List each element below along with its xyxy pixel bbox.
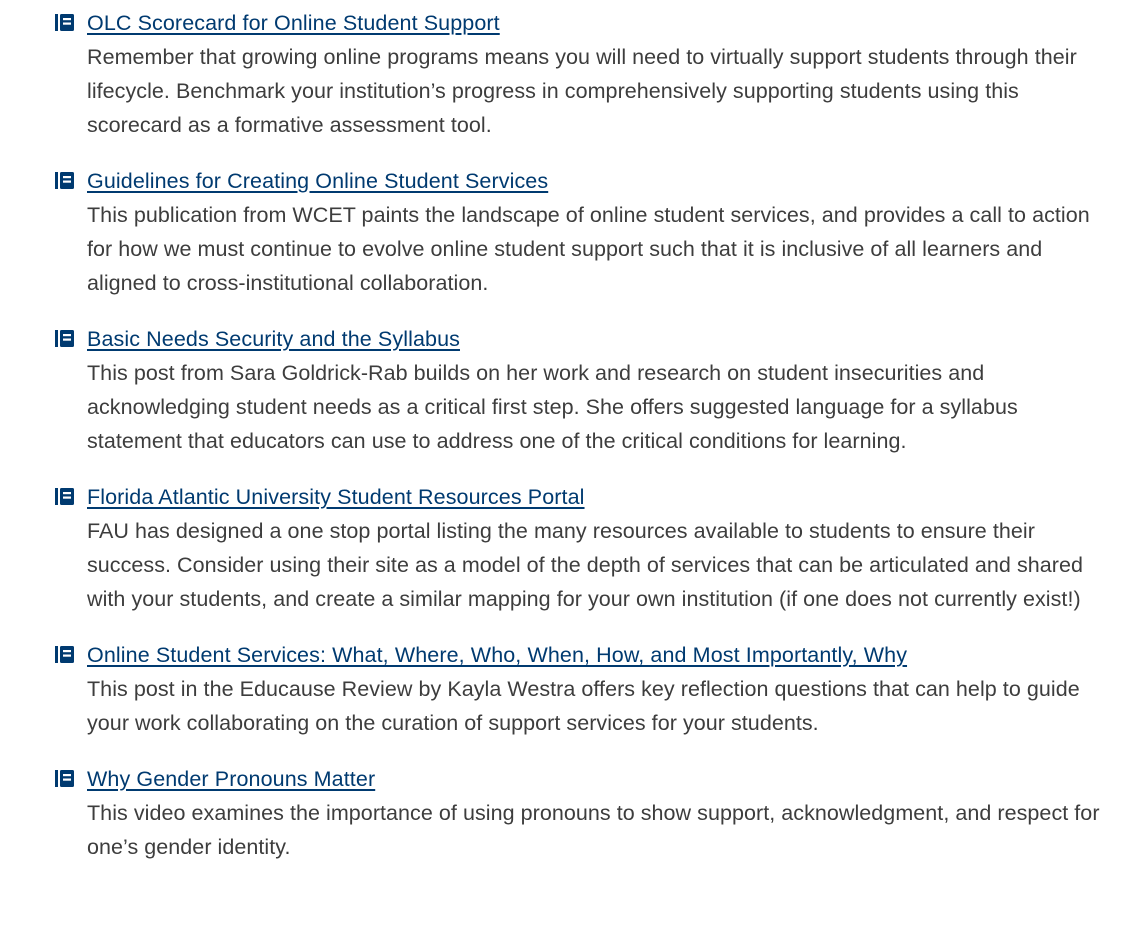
book-icon [55, 646, 74, 663]
resource-link[interactable]: Online Student Services: What, Where, Wh… [87, 638, 907, 672]
book-icon [55, 770, 74, 787]
resource-item: Why Gender Pronouns Matter This video ex… [0, 762, 1135, 864]
resource-link[interactable]: Florida Atlantic University Student Reso… [87, 480, 585, 514]
resource-item: Guidelines for Creating Online Student S… [0, 164, 1135, 300]
resource-item: OLC Scorecard for Online Student Support… [0, 0, 1135, 142]
book-icon [55, 14, 74, 31]
resource-item: Florida Atlantic University Student Reso… [0, 480, 1135, 616]
resource-link[interactable]: OLC Scorecard for Online Student Support [87, 6, 500, 40]
resource-link[interactable]: Basic Needs Security and the Syllabus [87, 322, 460, 356]
book-icon [55, 488, 74, 505]
book-icon [55, 172, 74, 189]
resource-link[interactable]: Guidelines for Creating Online Student S… [87, 164, 548, 198]
resource-list: OLC Scorecard for Online Student Support… [0, 0, 1135, 864]
resource-description: This video examines the importance of us… [87, 801, 1100, 859]
resource-description: FAU has designed a one stop portal listi… [87, 519, 1084, 611]
resource-description: This post from Sara Goldrick-Rab builds … [87, 361, 1018, 453]
resource-description: This post in the Educause Review by Kayl… [87, 677, 1080, 735]
resource-item: Basic Needs Security and the Syllabus Th… [0, 322, 1135, 458]
resource-description: This publication from WCET paints the la… [87, 203, 1090, 295]
book-icon [55, 330, 74, 347]
resource-link[interactable]: Why Gender Pronouns Matter [87, 762, 375, 796]
resource-description: Remember that growing online programs me… [87, 45, 1077, 137]
resource-item: Online Student Services: What, Where, Wh… [0, 638, 1135, 740]
